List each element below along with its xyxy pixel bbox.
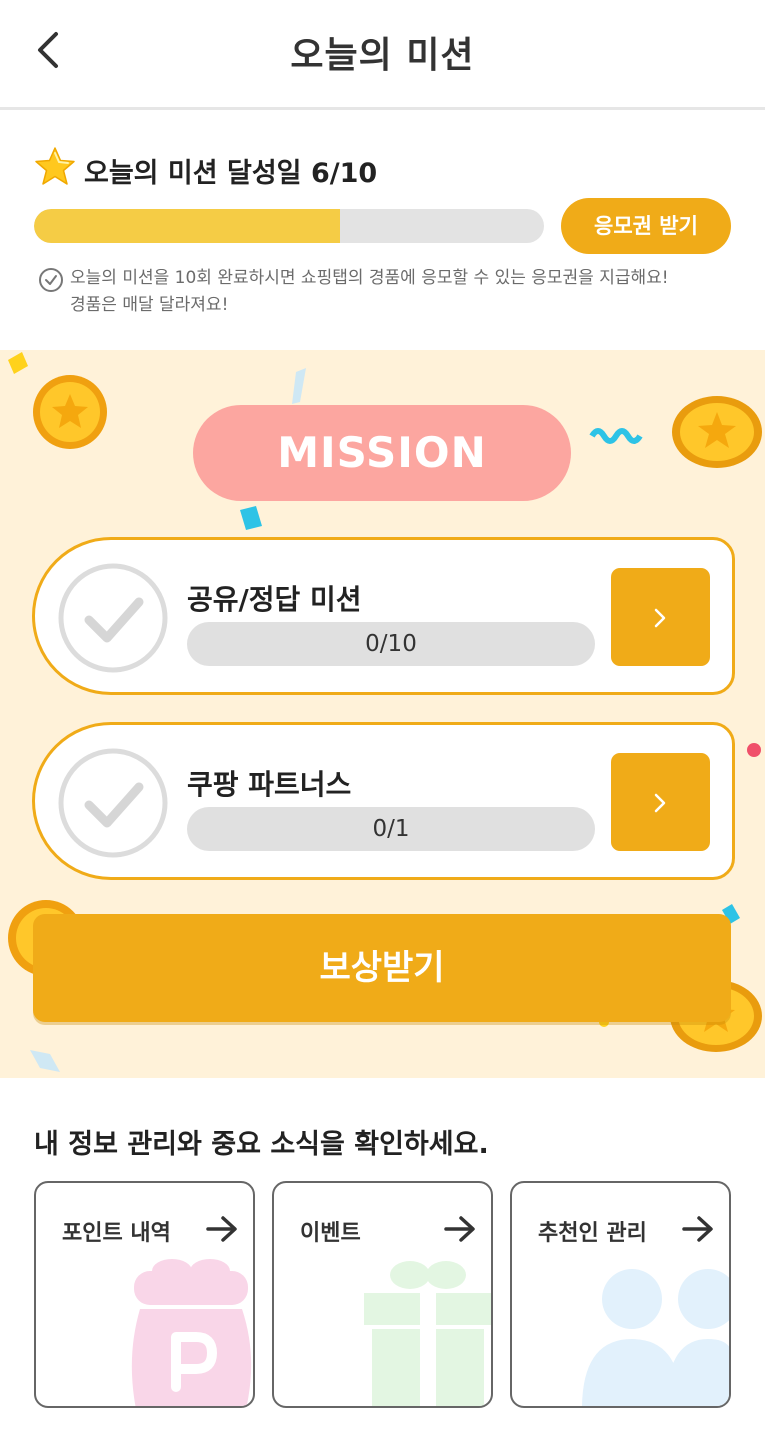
card-label: 포인트 내역 <box>62 1221 171 1246</box>
progress-count: 6/10 <box>310 158 378 189</box>
chevron-right-icon <box>654 793 666 813</box>
star-icon <box>35 147 75 185</box>
arrow-right-icon <box>444 1216 475 1242</box>
info-section: 내 정보 관리와 중요 소식을 확인하세요. 포인트 내역 이벤트 추천인 관리 <box>0 1078 765 1440</box>
mission-go-button[interactable] <box>611 753 710 851</box>
referral-card[interactable]: 추천인 관리 <box>510 1181 731 1408</box>
point-pouch-icon <box>131 1259 252 1406</box>
mission-card-share-answer: 공유/정답 미션 0/10 <box>32 537 735 695</box>
progress-title: 오늘의 미션 달성일 6/10 <box>84 151 377 190</box>
page-title: 오늘의 미션 <box>290 35 475 76</box>
progress-bar <box>34 209 544 243</box>
mission-progress-section: 오늘의 미션 달성일 6/10 응모권 받기 오늘의 미션을 10회 완료하시면… <box>0 113 765 350</box>
top-app-bar: 오늘의 미션 <box>0 0 765 110</box>
check-circle-icon <box>39 268 63 292</box>
notice-line-2: 경품은 매달 달라져요! <box>70 295 229 315</box>
event-card[interactable]: 이벤트 <box>272 1181 493 1408</box>
chevron-right-icon <box>654 608 666 628</box>
arrow-right-icon <box>206 1216 237 1242</box>
progress-title-label: 오늘의 미션 달성일 <box>84 158 302 189</box>
arrow-right-icon <box>682 1216 713 1242</box>
progress-bar-fill <box>34 209 340 243</box>
gift-icon <box>364 1261 491 1406</box>
claim-reward-button[interactable]: 보상받기 <box>33 914 731 1022</box>
card-label: 추천인 관리 <box>538 1221 647 1246</box>
info-section-title: 내 정보 관리와 중요 소식을 확인하세요. <box>34 1129 489 1160</box>
notice-text: 오늘의 미션을 10회 완료하시면 쇼핑탭의 경품에 응모할 수 있는 응모권을… <box>70 265 730 319</box>
check-circle-icon <box>58 563 168 673</box>
get-voucher-button[interactable]: 응모권 받기 <box>561 198 731 254</box>
notice-line-1: 오늘의 미션을 10회 완료하시면 쇼핑탭의 경품에 응모할 수 있는 응모권을… <box>70 268 669 288</box>
mission-area: MISSION 공유/정답 미션 0/10 쿠팡 파트너스 0/1 보상받기 <box>0 350 765 1078</box>
coin-icon <box>672 396 762 468</box>
mission-progress: 0/1 <box>187 807 595 851</box>
mission-badge: MISSION <box>193 405 571 501</box>
check-circle-icon <box>58 748 168 858</box>
mission-go-button[interactable] <box>611 568 710 666</box>
card-label: 이벤트 <box>300 1221 361 1246</box>
point-history-card[interactable]: 포인트 내역 <box>34 1181 255 1408</box>
people-icon <box>582 1269 729 1406</box>
coin-icon <box>33 375 107 449</box>
mission-card-coupang-partners: 쿠팡 파트너스 0/1 <box>32 722 735 880</box>
mission-progress: 0/10 <box>187 622 595 666</box>
mission-title: 쿠팡 파트너스 <box>187 768 352 801</box>
mission-title: 공유/정답 미션 <box>187 583 362 616</box>
